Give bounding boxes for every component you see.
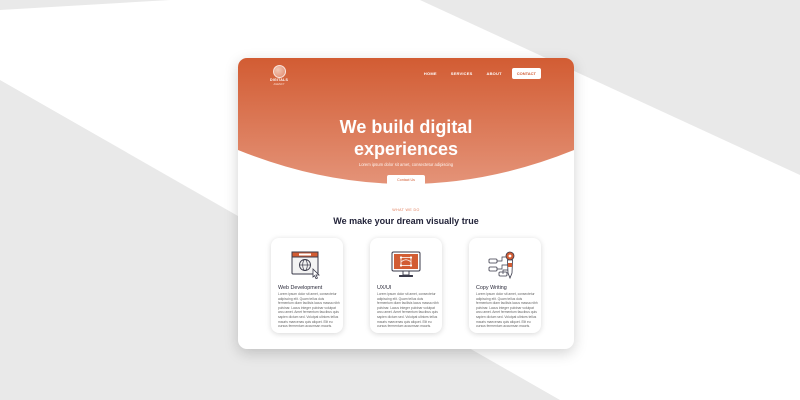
section-eyebrow: WHAT WE DO: [392, 208, 420, 212]
service-card-web-development[interactable]: Web Development Lorem ipsum dolor sit am…: [271, 238, 343, 333]
pen-flowchart-icon: [488, 251, 515, 280]
card-body: Lorem ipsum dolor sit amet, consectetur …: [476, 292, 538, 329]
hero-subtitle: Lorem ipsum dolor sit amet, consectetur …: [358, 162, 454, 167]
card-title: Web Development: [278, 285, 323, 291]
web-globe-icon: [291, 251, 320, 280]
nav-item-home[interactable]: HOME: [424, 71, 437, 76]
nav-item-about[interactable]: ABOUT: [487, 71, 502, 76]
brand-tagline: AGENCY: [273, 83, 285, 86]
hero-title-line2: experiences: [353, 139, 459, 159]
website-mockup: DIGITALS AGENCY HOME SERVICES ABOUT CONT…: [238, 58, 574, 349]
service-card-copy-writing[interactable]: Copy Writing Lorem ipsum dolor sit amet,…: [469, 238, 541, 333]
hero-title: We build digital experiences: [238, 116, 574, 160]
card-title: Copy Writing: [476, 285, 507, 291]
monitor-design-icon: [391, 251, 421, 277]
hero-contact-button[interactable]: Contact Us: [387, 175, 425, 185]
section-title: We make your dream visually true: [333, 216, 479, 226]
hero-title-line1: We build digital: [339, 117, 473, 137]
logo-globe-icon: [272, 65, 286, 78]
brand-logo[interactable]: DIGITALS AGENCY: [268, 65, 290, 86]
card-body: Lorem ipsum dolor sit amet, consectetur …: [377, 292, 439, 329]
main-nav: HOME SERVICES ABOUT CONTACT: [410, 68, 541, 79]
nav-item-services[interactable]: SERVICES: [451, 71, 473, 76]
nav-contact-button[interactable]: CONTACT: [511, 68, 541, 79]
card-title: UX/UI: [377, 285, 392, 291]
card-body: Lorem ipsum dolor sit amet, consectetur …: [278, 292, 340, 329]
service-card-ux-ui[interactable]: UX/UI Lorem ipsum dolor sit amet, consec…: [370, 238, 442, 333]
